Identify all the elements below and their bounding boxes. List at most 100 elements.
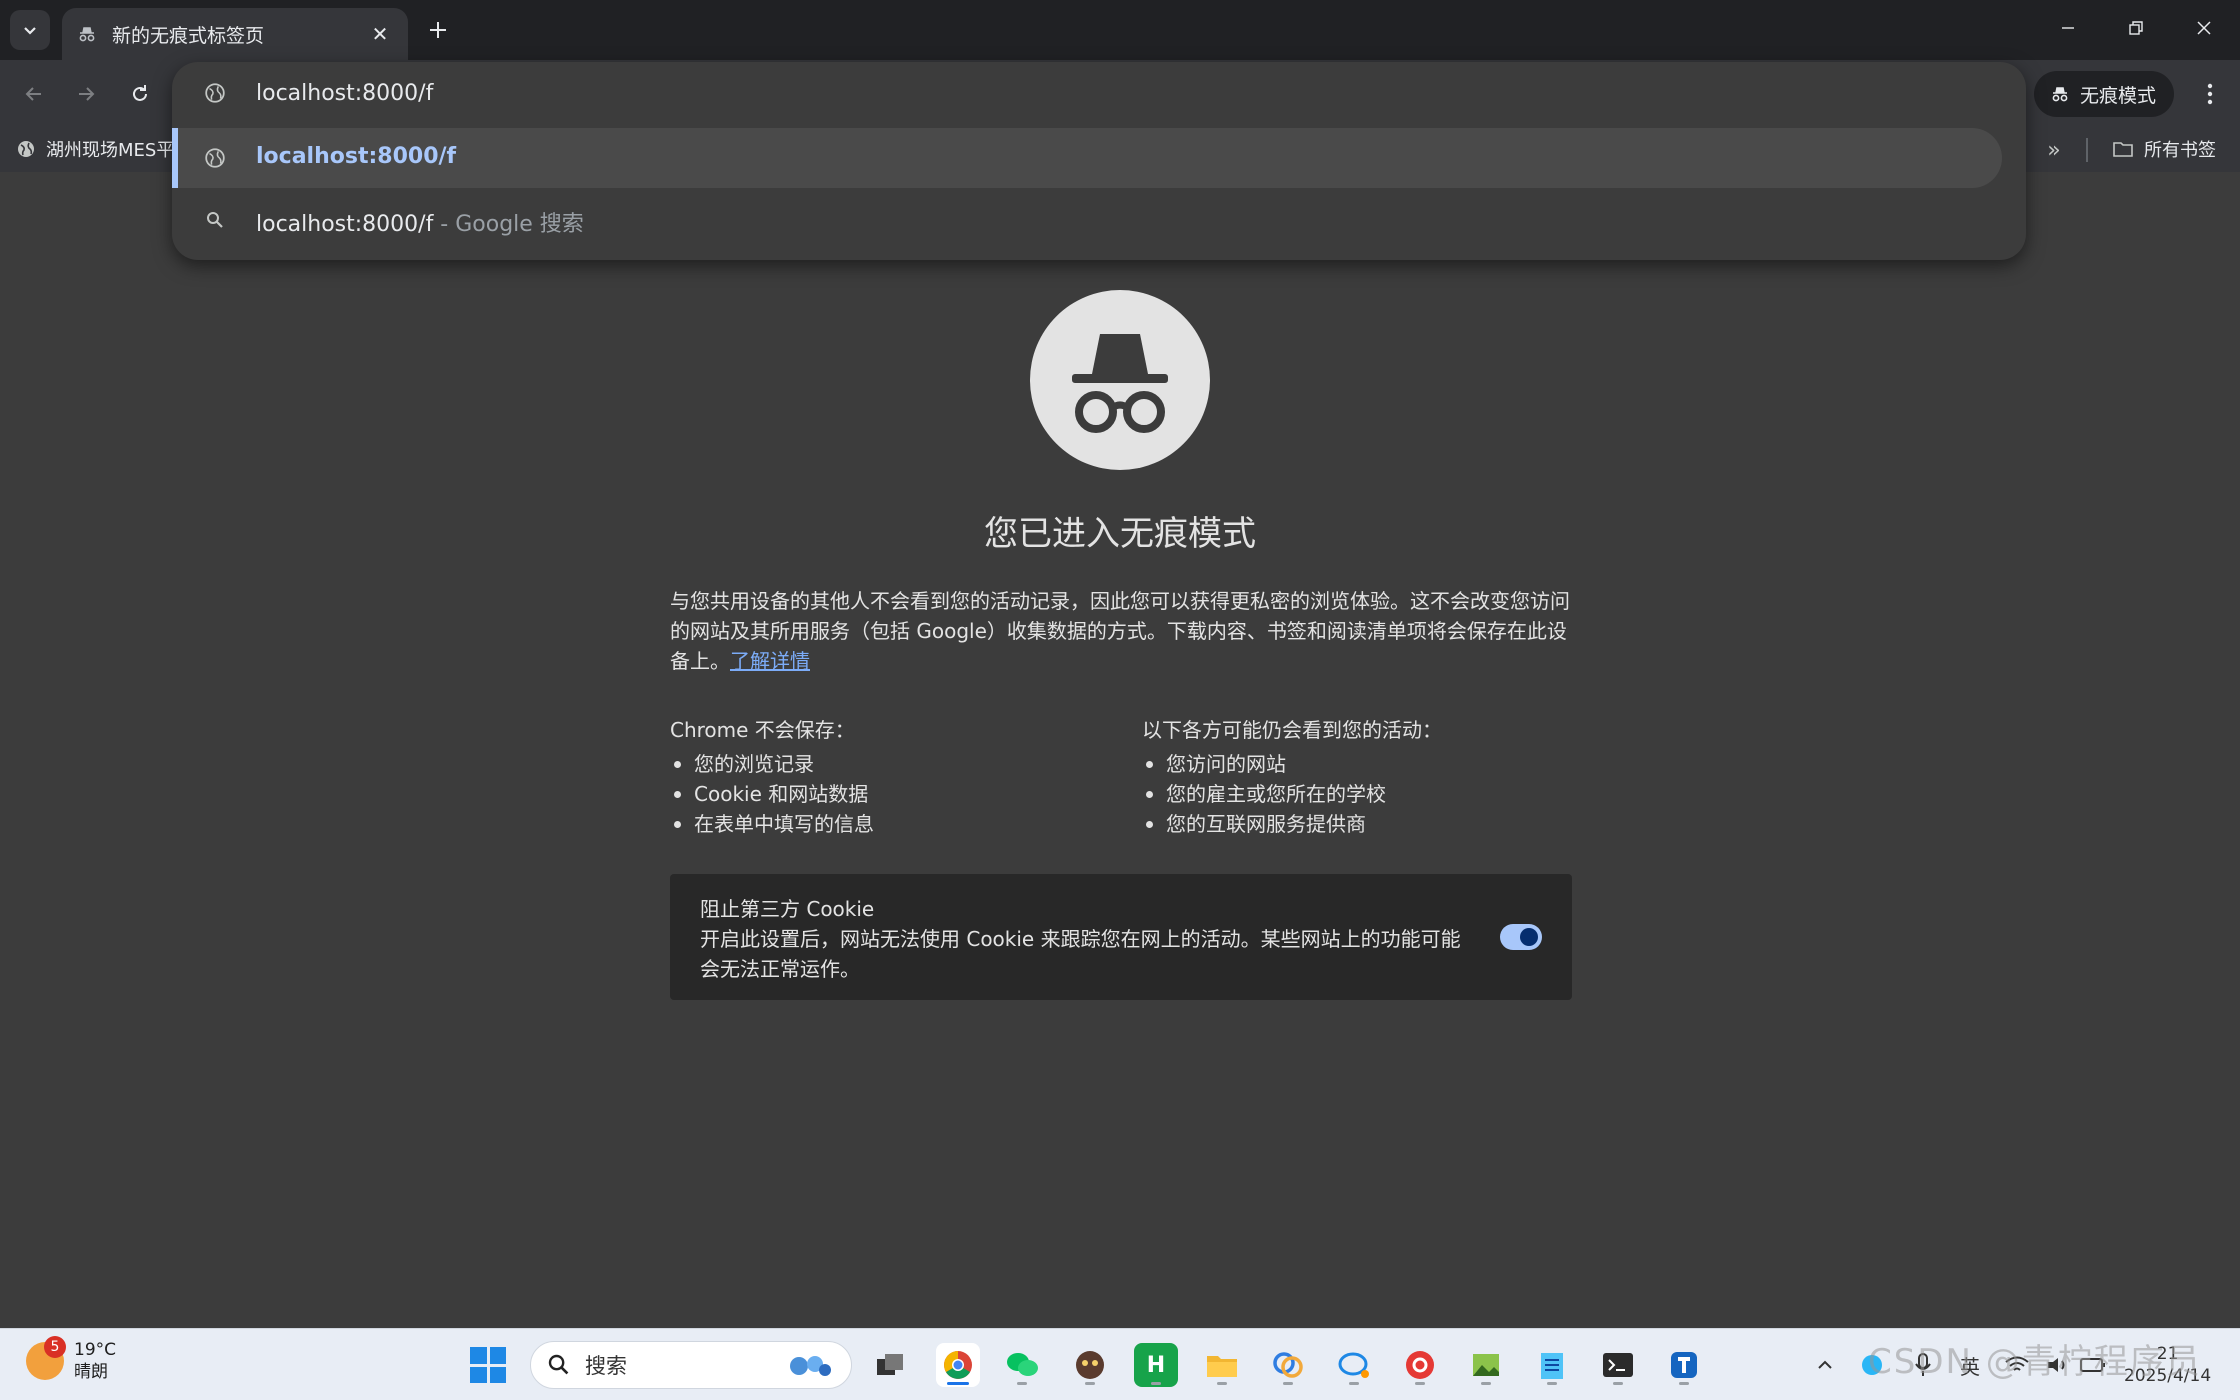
third-party-cookie-card: 阻止第三方 Cookie 开启此设置后，网站无法使用 Cookie 来跟踪您在网… xyxy=(670,874,1572,1000)
weather-condition: 晴朗 xyxy=(74,1362,108,1382)
incognito-description: 与您共用设备的其他人不会看到您的活动记录，因此您可以获得更私密的浏览体验。这不会… xyxy=(670,586,1570,676)
list-item: 您的浏览记录 xyxy=(670,749,1110,779)
list-item: 您访问的网站 xyxy=(1142,749,1582,779)
folder-icon xyxy=(2113,142,2133,157)
weather-sun-icon: 5 xyxy=(26,1336,66,1380)
tab-incognito-new-tab[interactable]: 新的无痕式标签页 ✕ xyxy=(62,8,408,60)
incognito-icon xyxy=(2052,87,2068,102)
search-icon xyxy=(202,207,228,233)
taskbar-app-rings[interactable] xyxy=(1266,1343,1310,1387)
taskbar-wechat[interactable] xyxy=(1000,1343,1044,1387)
omnibox-input[interactable]: localhost:8000/f xyxy=(256,81,433,106)
taskbar-task-view[interactable] xyxy=(868,1343,912,1387)
hbuilder-icon: H xyxy=(1146,1352,1166,1378)
chevron-down-icon xyxy=(24,27,36,35)
bookmark-item[interactable]: 湖州现场MES平 xyxy=(16,136,174,162)
minimize-button[interactable] xyxy=(2034,0,2102,56)
selection-indicator xyxy=(172,128,178,188)
suggestion-text: localhost:8000/f - Google 搜索 xyxy=(256,206,584,238)
tray-overflow-icon[interactable] xyxy=(1816,1329,1834,1400)
folder-icon xyxy=(1207,1356,1237,1377)
bookmarks-overflow-icon[interactable]: » xyxy=(2040,136,2068,164)
tab-search-button[interactable] xyxy=(10,10,50,50)
image-editor-icon xyxy=(1473,1354,1499,1376)
toggle-knob xyxy=(1520,928,1538,946)
tab-title: 新的无痕式标签页 xyxy=(112,24,265,47)
list-item: 您的雇主或您所在的学校 xyxy=(1142,779,1582,809)
reload-button[interactable] xyxy=(120,74,160,114)
restore-button[interactable] xyxy=(2102,0,2170,56)
forward-arrow-icon xyxy=(79,87,95,101)
reload-icon xyxy=(133,85,147,101)
swirl-app-icon xyxy=(1406,1351,1434,1379)
new-tab-button[interactable] xyxy=(420,12,456,48)
block-cookies-toggle[interactable] xyxy=(1500,924,1542,950)
omnibox-suggestion-search[interactable]: localhost:8000/f - Google 搜索 xyxy=(172,188,2026,248)
chrome-icon xyxy=(944,1351,972,1379)
wechat-icon xyxy=(1007,1353,1038,1376)
back-arrow-icon xyxy=(25,87,41,101)
omnibox-dropdown: localhost:8000/f localhost:8000/f localh… xyxy=(172,62,2026,260)
weather-widget[interactable]: 5 19°C 晴朗 xyxy=(26,1336,117,1383)
more-vert-icon xyxy=(2207,83,2213,105)
terminal-icon xyxy=(1603,1353,1633,1377)
omnibox-suggestion-url[interactable]: localhost:8000/f xyxy=(172,128,2002,188)
mascot-app-icon xyxy=(1076,1351,1104,1379)
suggestion-suffix: - Google 搜索 xyxy=(433,212,584,237)
search-highlight-icon xyxy=(790,1356,831,1376)
all-bookmarks-label: 所有书签 xyxy=(2144,140,2216,161)
list-item: 在表单中填写的信息 xyxy=(670,809,1110,839)
incognito-chip[interactable]: 无痕模式 xyxy=(2034,71,2174,117)
cookie-card-title: 阻止第三方 Cookie xyxy=(700,897,875,921)
taskbar-app-chat[interactable] xyxy=(1332,1343,1376,1387)
not-saved-list: Chrome 不会保存： 您的浏览记录 Cookie 和网站数据 在表单中填写的… xyxy=(670,714,1110,839)
forward-button[interactable] xyxy=(66,74,106,114)
weather-badge: 5 xyxy=(44,1336,66,1358)
task-view-icon xyxy=(877,1354,903,1375)
tab-strip: 新的无痕式标签页 ✕ xyxy=(0,0,2240,60)
taskbar-hbuilder[interactable]: H xyxy=(1134,1343,1178,1387)
taskbar-chrome[interactable] xyxy=(936,1343,980,1387)
globe-icon xyxy=(18,141,34,157)
browser-menu-button[interactable] xyxy=(2190,74,2230,114)
taskbar-app-mascot[interactable] xyxy=(1068,1343,1112,1387)
minimize-icon xyxy=(2062,27,2074,29)
taskbar-notepad[interactable] xyxy=(1530,1343,1574,1387)
back-button[interactable] xyxy=(14,74,54,114)
cookie-card-description: 开启此设置后，网站无法使用 Cookie 来跟踪您在网上的活动。某些网站上的功能… xyxy=(700,927,1461,981)
globe-icon xyxy=(202,145,228,171)
page-title: 您已进入无痕模式 xyxy=(984,514,1256,554)
taskbar-app-image[interactable] xyxy=(1464,1343,1508,1387)
taskbar-app-blue[interactable] xyxy=(1662,1343,1706,1387)
start-button[interactable] xyxy=(470,1347,506,1383)
all-bookmarks-button[interactable]: 所有书签 xyxy=(2112,136,2216,162)
plus-icon xyxy=(430,22,446,38)
bookmarks-divider xyxy=(2086,138,2088,162)
taskbar-app-swirl[interactable] xyxy=(1398,1343,1442,1387)
taskbar-terminal[interactable] xyxy=(1596,1343,1640,1387)
taskbar-search-placeholder: 搜索 xyxy=(585,1354,627,1378)
rings-app-icon xyxy=(1273,1352,1303,1378)
bookmark-label: 湖州现场MES平 xyxy=(46,140,175,161)
may-see-list: 以下各方可能仍会看到您的活动： 您访问的网站 您的雇主或您所在的学校 您的互联网… xyxy=(1142,714,1582,839)
taskbar-file-explorer[interactable] xyxy=(1200,1343,1244,1387)
incognito-label: 无痕模式 xyxy=(2080,84,2157,107)
notepad-icon xyxy=(1541,1353,1563,1379)
incognito-illustration-icon xyxy=(1030,290,1210,470)
close-window-button[interactable] xyxy=(2170,0,2238,56)
globe-icon xyxy=(202,80,228,106)
list-item: Cookie 和网站数据 xyxy=(670,779,1110,809)
suggestion-text: localhost:8000/f xyxy=(256,144,457,169)
search-icon xyxy=(548,1354,569,1375)
tab-close-icon[interactable]: ✕ xyxy=(366,20,394,48)
blue-app-icon xyxy=(1671,1352,1697,1378)
omnibox-input-row[interactable]: localhost:8000/f xyxy=(172,62,2026,124)
weather-temperature: 19°C xyxy=(74,1340,117,1360)
csdn-watermark: CSDN @青柠程序员 xyxy=(1868,1342,2202,1382)
learn-more-link[interactable]: 了解详情 xyxy=(730,649,810,673)
restore-icon xyxy=(2129,21,2143,35)
close-icon xyxy=(2197,21,2211,35)
suggestion-query: localhost:8000/f xyxy=(256,212,434,237)
taskbar-search[interactable]: 搜索 xyxy=(530,1341,852,1389)
list-item: 您的互联网服务提供商 xyxy=(1142,809,1582,839)
